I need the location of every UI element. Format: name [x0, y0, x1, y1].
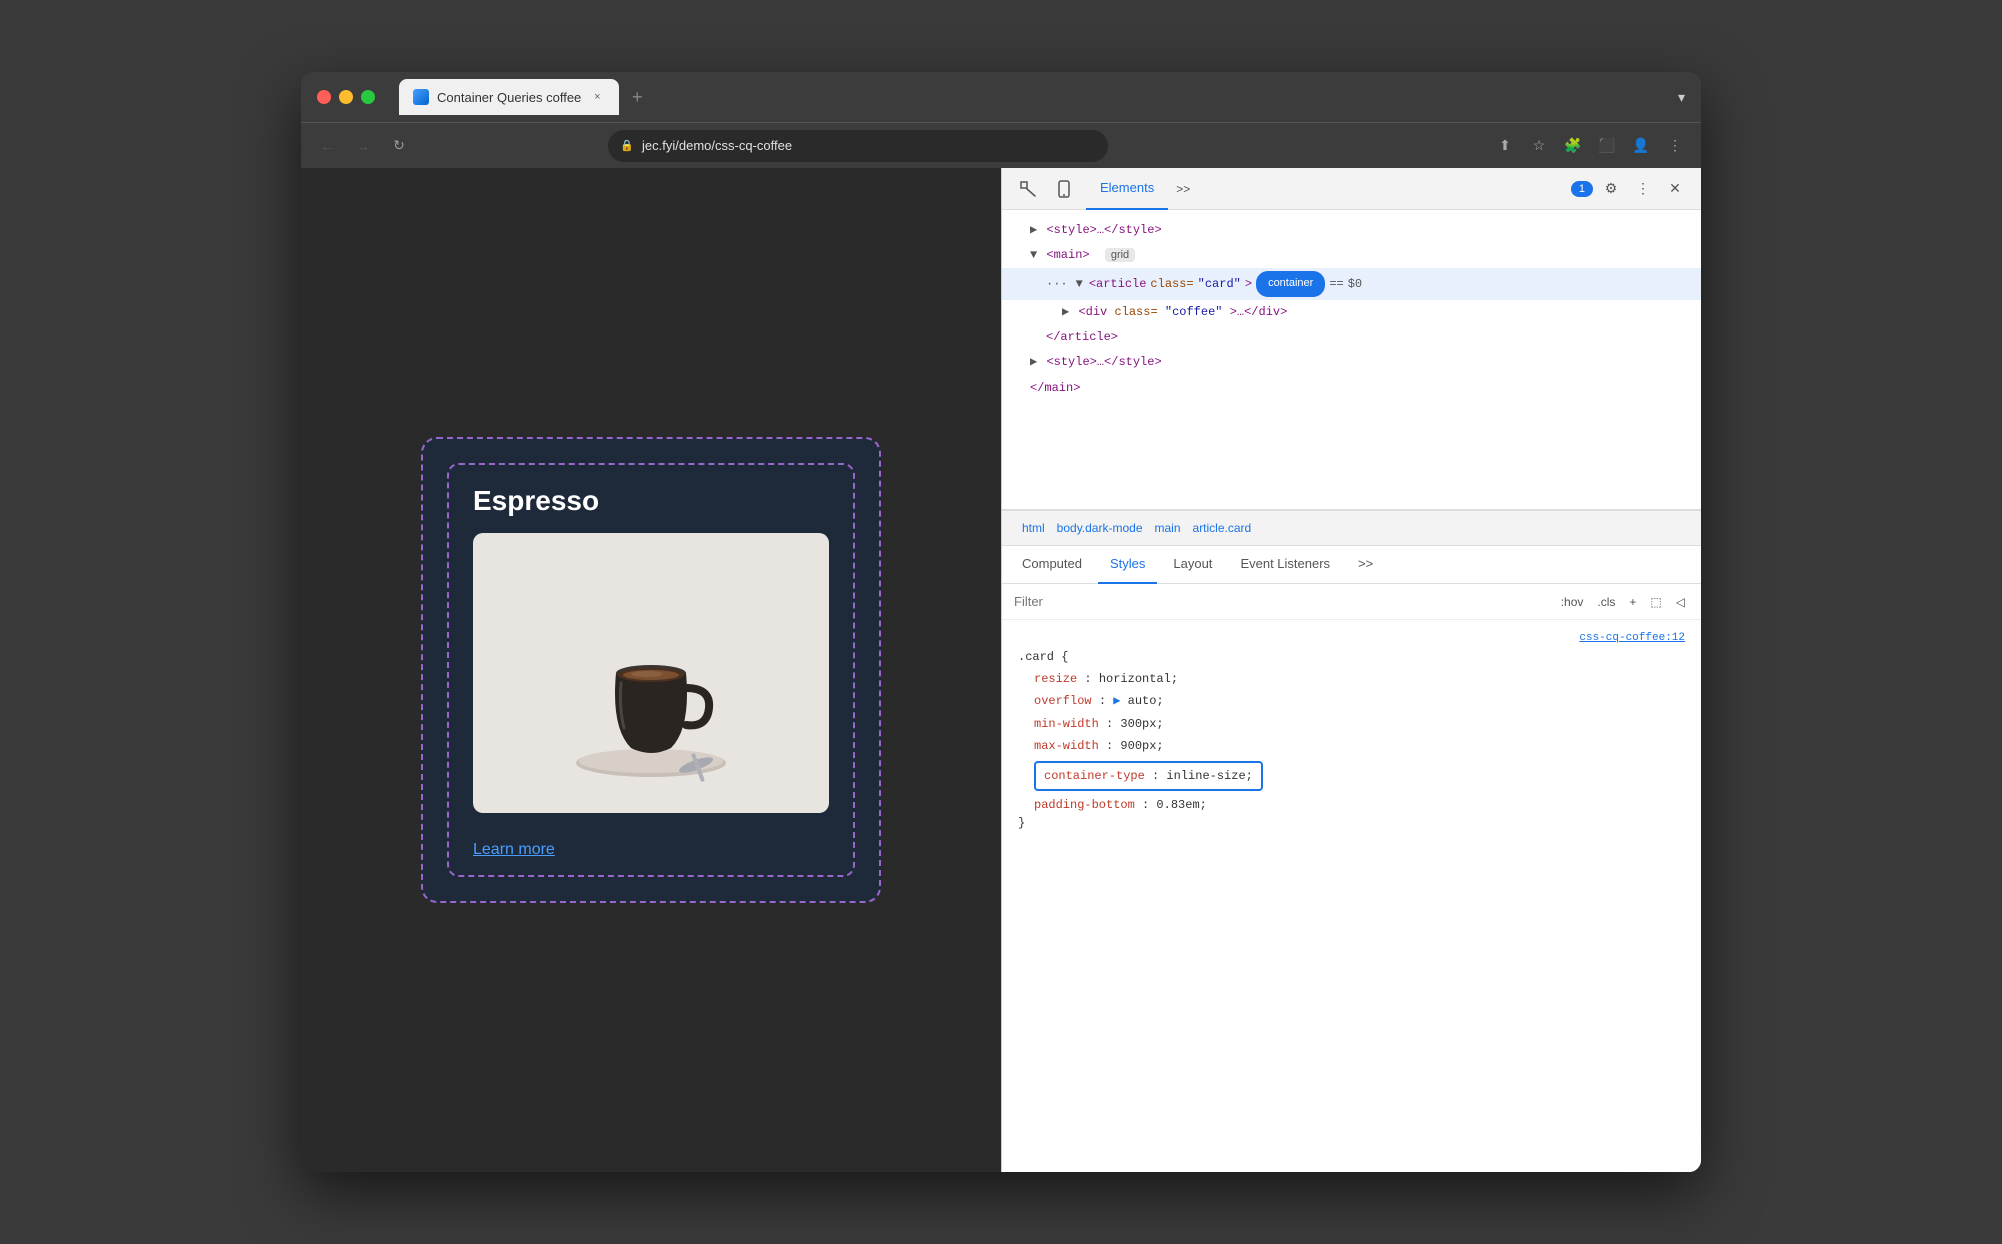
- card-title: Espresso: [449, 465, 853, 533]
- more-button[interactable]: ⋮: [1661, 132, 1689, 160]
- nav-bar: ← → ↻ 🔒 jec.fyi/demo/css-cq-coffee ⬆ ☆ 🧩…: [301, 122, 1701, 168]
- hov-button[interactable]: :hov: [1557, 593, 1588, 611]
- breadcrumb-html[interactable]: html: [1018, 519, 1049, 537]
- style-element-line[interactable]: ▶ <style>…</style>: [1002, 218, 1701, 243]
- breadcrumb-main[interactable]: main: [1151, 519, 1185, 537]
- triangle-icon[interactable]: ▼: [1030, 248, 1037, 262]
- article-close-line[interactable]: </article>: [1002, 325, 1701, 350]
- copy-style-button[interactable]: ⬚: [1646, 593, 1665, 611]
- reload-button[interactable]: ↻: [385, 132, 413, 160]
- tab-menu-button[interactable]: ▾: [1678, 89, 1685, 106]
- div-coffee-line[interactable]: ▶ <div class= "coffee" >…</div>: [1002, 300, 1701, 325]
- card-container: Espresso: [421, 437, 881, 903]
- css-rule-min-width: min-width : 300px;: [1018, 713, 1685, 735]
- active-tab[interactable]: Container Queries coffee ×: [399, 79, 619, 115]
- device-toolbar-button[interactable]: [1050, 175, 1078, 203]
- cls-button[interactable]: .cls: [1593, 593, 1619, 611]
- css-rule-max-width: max-width : 900px;: [1018, 735, 1685, 757]
- elements-tab[interactable]: Elements: [1086, 168, 1168, 210]
- back-button[interactable]: ←: [313, 132, 341, 160]
- close-button[interactable]: [317, 90, 331, 104]
- devtools-content: ▶ <style>…</style> ▼ <main> grid ··· ▼ <…: [1002, 210, 1701, 1172]
- layout-tab[interactable]: Layout: [1161, 546, 1224, 584]
- share-button[interactable]: ⬆: [1491, 132, 1519, 160]
- devtools-toolbar: Elements >> 1 ⚙ ⋮ ✕: [1002, 168, 1701, 210]
- main-element-line[interactable]: ▼ <main> grid: [1002, 243, 1701, 268]
- triangle-icon[interactable]: ▶: [1062, 305, 1069, 319]
- notification-badge: 1: [1571, 181, 1593, 197]
- devtools-main-tabs: Elements >>: [1086, 168, 1563, 210]
- css-rule-container-type: container-type : inline-size;: [1018, 758, 1685, 794]
- triangle-icon[interactable]: ▶: [1030, 355, 1037, 369]
- styles-sub-tabs: Computed Styles Layout Event Listeners >…: [1002, 546, 1701, 584]
- styles-tab[interactable]: Styles: [1098, 546, 1157, 584]
- triangle-icon[interactable]: ▶: [1030, 223, 1037, 237]
- breadcrumb-article[interactable]: article.card: [1189, 519, 1256, 537]
- address-text: jec.fyi/demo/css-cq-coffee: [642, 138, 792, 153]
- dots-icon: ···: [1046, 275, 1068, 294]
- extensions-button[interactable]: 🧩: [1559, 132, 1587, 160]
- css-rule-padding-bottom: padding-bottom : 0.83em;: [1018, 794, 1685, 816]
- add-style-button[interactable]: +: [1625, 593, 1640, 611]
- devtools-more-tabs-button[interactable]: >>: [1168, 178, 1198, 200]
- lock-icon: 🔒: [620, 139, 634, 152]
- filter-bar: :hov .cls + ⬚ ◁: [1002, 584, 1701, 620]
- more-styles-tabs-button[interactable]: >>: [1346, 546, 1385, 584]
- css-selector: .card {: [1018, 650, 1685, 664]
- learn-more-link[interactable]: Learn more: [449, 825, 853, 875]
- breadcrumb-body[interactable]: body.dark-mode: [1053, 519, 1147, 537]
- browser-window: Container Queries coffee × + ▾ ← → ↻ 🔒 j…: [301, 72, 1701, 1172]
- devtools-settings-area: 1 ⚙ ⋮ ✕: [1571, 175, 1689, 203]
- devtools-more-button[interactable]: ⋮: [1629, 175, 1657, 203]
- profile-button[interactable]: 👤: [1627, 132, 1655, 160]
- close-devtools-button[interactable]: ✕: [1661, 175, 1689, 203]
- article-element-line[interactable]: ··· ▼ <article class= "card" > container…: [1002, 268, 1701, 300]
- css-rule-overflow: overflow : ▶ auto;: [1018, 690, 1685, 712]
- traffic-lights: [317, 90, 375, 104]
- css-rule-resize: resize : horizontal;: [1018, 668, 1685, 690]
- minimize-button[interactable]: [339, 90, 353, 104]
- filter-actions: :hov .cls + ⬚ ◁: [1557, 593, 1689, 611]
- main-close-line[interactable]: </main>: [1002, 376, 1701, 401]
- elements-panel: ▶ <style>…</style> ▼ <main> grid ··· ▼ <…: [1002, 210, 1701, 510]
- cast-button[interactable]: ⬛: [1593, 132, 1621, 160]
- coffee-svg: [473, 533, 829, 813]
- coffee-image-wrapper: [449, 533, 853, 825]
- tab-bar: Container Queries coffee × + ▾: [399, 79, 1685, 115]
- maximize-button[interactable]: [361, 90, 375, 104]
- grid-badge: grid: [1105, 248, 1135, 262]
- container-badge: container: [1256, 271, 1325, 297]
- tab-title: Container Queries coffee: [437, 90, 581, 105]
- breadcrumb-bar: html body.dark-mode main article.card: [1002, 510, 1701, 546]
- css-source[interactable]: css-cq-coffee:12: [1018, 632, 1685, 644]
- address-bar[interactable]: 🔒 jec.fyi/demo/css-cq-coffee: [608, 130, 1108, 162]
- style2-element-line[interactable]: ▶ <style>…</style>: [1002, 350, 1701, 375]
- content-area: Espresso: [301, 168, 1701, 1172]
- css-close-brace: }: [1018, 816, 1685, 830]
- devtools-panel: Elements >> 1 ⚙ ⋮ ✕ ▶: [1001, 168, 1701, 1172]
- coffee-image: [473, 533, 829, 813]
- filter-input[interactable]: [1014, 594, 1549, 609]
- triangle-icon[interactable]: ▼: [1076, 275, 1083, 294]
- tab-close-button[interactable]: ×: [589, 89, 605, 105]
- tab-favicon: [413, 89, 429, 105]
- container-type-highlight: container-type : inline-size;: [1034, 761, 1263, 791]
- page-area: Espresso: [301, 168, 1001, 1172]
- new-tab-button[interactable]: +: [623, 83, 651, 111]
- css-panel: css-cq-coffee:12 .card { resize : horizo…: [1002, 620, 1701, 1172]
- settings-button[interactable]: ⚙: [1597, 175, 1625, 203]
- inspect-element-button[interactable]: [1014, 175, 1042, 203]
- nav-actions: ⬆ ☆ 🧩 ⬛ 👤 ⋮: [1491, 132, 1689, 160]
- computed-tab[interactable]: Computed: [1010, 546, 1094, 584]
- toggle-sidebar-button[interactable]: ◁: [1672, 593, 1689, 611]
- overflow-expand-arrow[interactable]: ▶: [1113, 694, 1120, 708]
- event-listeners-tab[interactable]: Event Listeners: [1228, 546, 1342, 584]
- forward-button[interactable]: →: [349, 132, 377, 160]
- card-inner: Espresso: [447, 463, 855, 877]
- title-bar: Container Queries coffee × + ▾: [301, 72, 1701, 122]
- bookmark-button[interactable]: ☆: [1525, 132, 1553, 160]
